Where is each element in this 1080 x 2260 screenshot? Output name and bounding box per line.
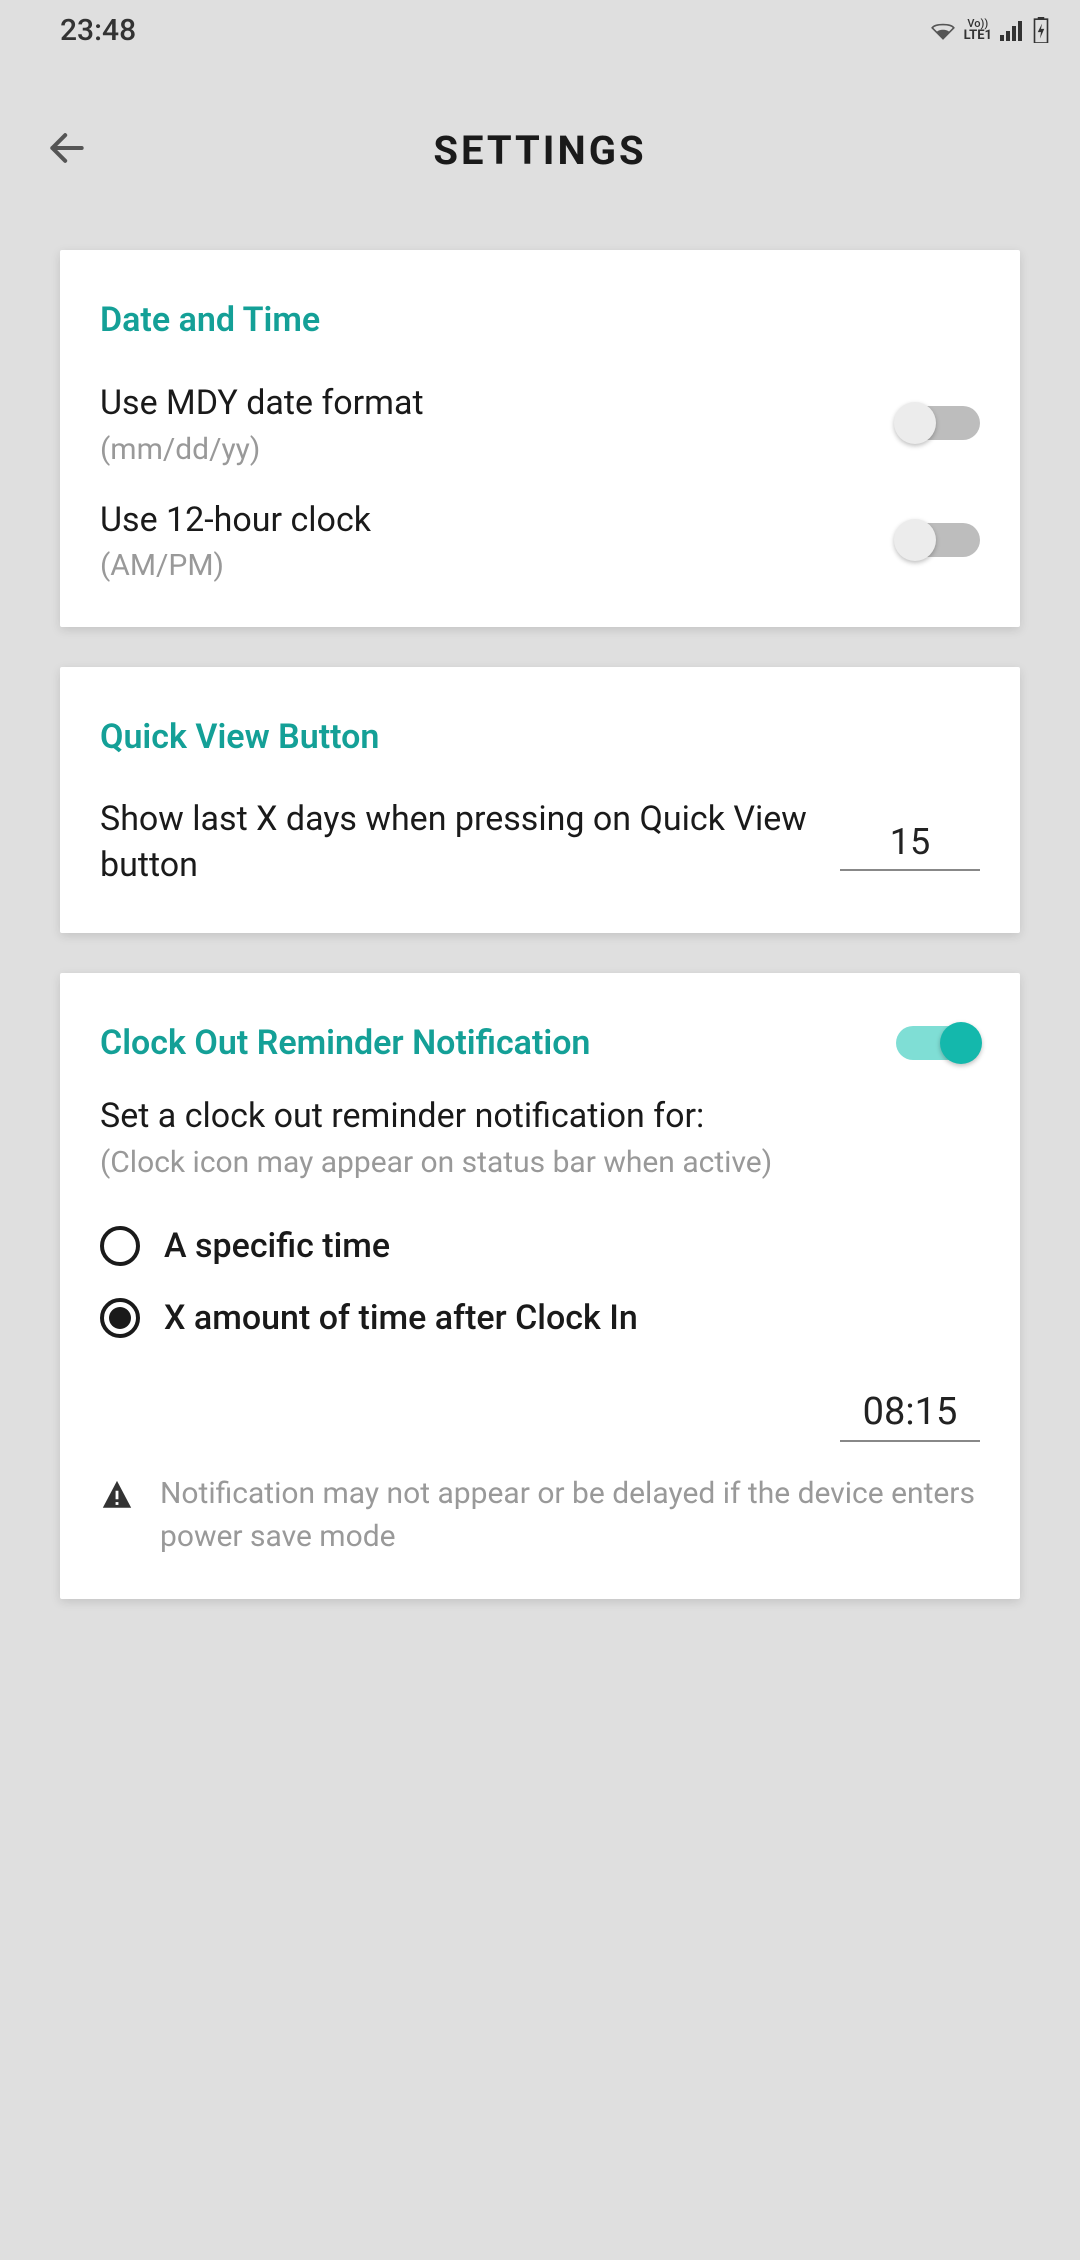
signal-icon	[1000, 19, 1024, 41]
mdy-toggle[interactable]	[896, 406, 980, 440]
quick-view-card: Quick View Button Show last X days when …	[60, 667, 1020, 933]
quick-view-days-label: Show last X days when pressing on Quick …	[100, 797, 840, 889]
back-button[interactable]	[45, 126, 89, 174]
mdy-label: Use MDY date format	[100, 380, 896, 428]
quick-view-section-title: Quick View Button	[100, 717, 980, 757]
radio-icon	[100, 1226, 140, 1266]
warning-row: Notification may not appear or be delaye…	[100, 1472, 980, 1559]
mdy-sub: (mm/dd/yy)	[100, 432, 896, 467]
clock-out-sub: (Clock icon may appear on status bar whe…	[100, 1145, 980, 1180]
radio-icon	[100, 1298, 140, 1338]
status-time: 23:48	[60, 13, 136, 48]
radio-specific-label: A specific time	[164, 1226, 390, 1266]
mdy-format-row[interactable]: Use MDY date format (mm/dd/yy)	[100, 370, 980, 487]
clock-out-section-title: Clock Out Reminder Notification	[100, 1023, 590, 1063]
clock12-row[interactable]: Use 12-hour clock (AM/PM)	[100, 487, 980, 588]
wifi-icon	[930, 19, 956, 41]
radio-specific-time[interactable]: A specific time	[100, 1210, 980, 1282]
radio-after-label: X amount of time after Clock In	[164, 1298, 638, 1338]
clock-out-toggle[interactable]	[896, 1026, 980, 1060]
date-time-section-title: Date and Time	[100, 300, 980, 340]
status-icons: Vo)) LTE1	[930, 17, 1050, 43]
page-title: SETTINGS	[50, 127, 1030, 174]
status-bar: 23:48 Vo)) LTE1	[0, 0, 1080, 60]
radio-after-clock-in[interactable]: X amount of time after Clock In	[100, 1282, 980, 1354]
clock12-label: Use 12-hour clock	[100, 497, 896, 545]
clock-out-label: Set a clock out reminder notification fo…	[100, 1093, 980, 1141]
battery-icon	[1032, 17, 1050, 43]
quick-view-days-row: Show last X days when pressing on Quick …	[100, 787, 980, 893]
header: SETTINGS	[0, 100, 1080, 200]
clock12-toggle[interactable]	[896, 523, 980, 557]
clock-out-card: Clock Out Reminder Notification Set a cl…	[60, 973, 1020, 1599]
clock12-sub: (AM/PM)	[100, 548, 896, 583]
warning-text: Notification may not appear or be delaye…	[160, 1472, 980, 1559]
arrow-left-icon	[45, 126, 89, 170]
quick-view-days-input[interactable]	[840, 815, 980, 871]
warning-icon	[100, 1478, 134, 1512]
date-time-card: Date and Time Use MDY date format (mm/dd…	[60, 250, 1020, 627]
network-label: LTE1	[964, 29, 992, 42]
reminder-time-input[interactable]	[840, 1384, 980, 1442]
